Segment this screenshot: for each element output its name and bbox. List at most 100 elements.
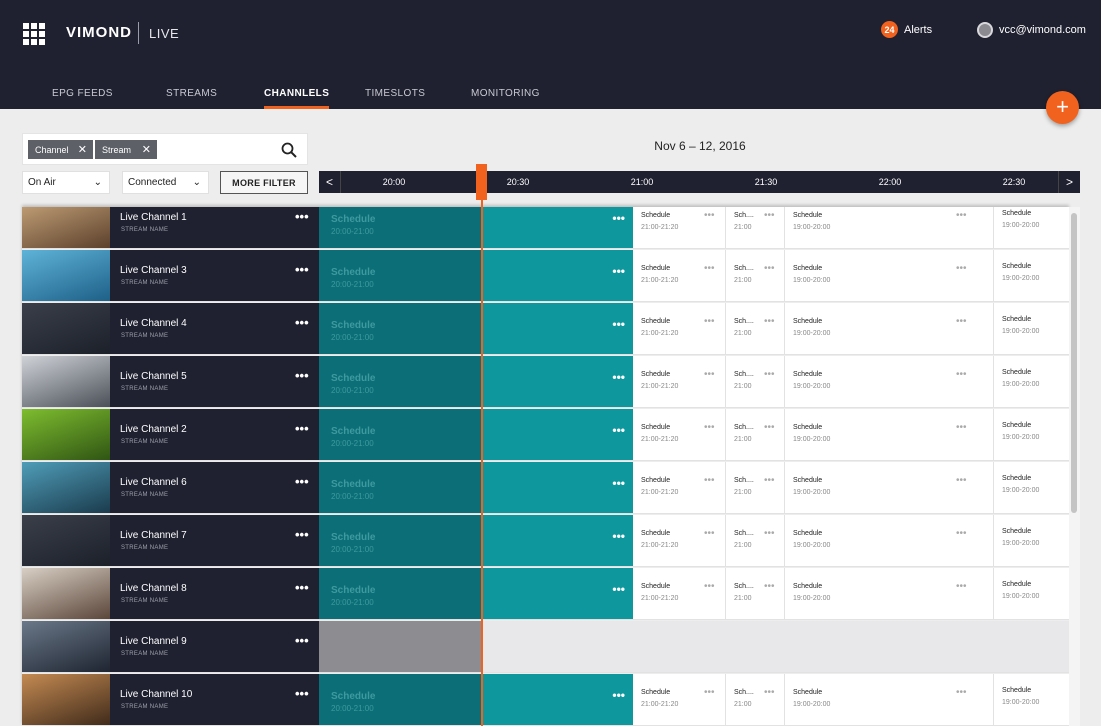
- schedule-menu-icon[interactable]: •••: [764, 210, 775, 221]
- channel-info[interactable]: Live Channel 3 STREAM NAME •••: [110, 250, 319, 302]
- schedule-block[interactable]: Sch.... 21:00 •••: [726, 303, 785, 355]
- schedule-menu-icon[interactable]: •••: [956, 316, 967, 327]
- channel-row[interactable]: Live Channel 9 STREAM NAME •••: [22, 621, 1069, 673]
- schedule-block[interactable]: Schedule 19:00-20:00 •••: [785, 674, 994, 726]
- schedule-menu-icon[interactable]: •••: [956, 210, 967, 221]
- schedule-block-current-tail[interactable]: •••: [481, 409, 633, 461]
- schedule-menu-icon[interactable]: •••: [956, 687, 967, 698]
- channel-menu-icon[interactable]: •••: [295, 368, 309, 383]
- remove-chip-icon[interactable]: ✕: [72, 143, 93, 156]
- scrollbar[interactable]: [1069, 207, 1080, 726]
- schedule-block[interactable]: Schedule 19:00-20:00: [994, 356, 1069, 408]
- timeline-prev-button[interactable]: <: [319, 171, 341, 193]
- schedule-block[interactable]: Sch.... 21:00 •••: [726, 515, 785, 567]
- filter-chip-channel[interactable]: Channel ✕: [28, 140, 93, 159]
- schedule-block-current[interactable]: Schedule 20:00-21:00: [319, 250, 481, 302]
- schedule-block[interactable]: Schedule 19:00-20:00: [994, 462, 1069, 514]
- channel-menu-icon[interactable]: •••: [295, 633, 309, 648]
- schedule-menu-icon[interactable]: •••: [956, 475, 967, 486]
- schedule-block-current[interactable]: Schedule 20:00-21:00: [319, 674, 481, 726]
- schedule-menu-icon[interactable]: •••: [956, 369, 967, 380]
- channel-menu-icon[interactable]: •••: [295, 580, 309, 595]
- schedule-block[interactable]: Schedule 21:00-21:20 •••: [633, 356, 726, 408]
- schedule-block[interactable]: Schedule 19:00-20:00: [994, 207, 1069, 249]
- channel-info[interactable]: Live Channel 5 STREAM NAME •••: [110, 356, 319, 408]
- schedule-block[interactable]: Schedule 19:00-20:00: [994, 515, 1069, 567]
- channel-info[interactable]: Live Channel 10 STREAM NAME •••: [110, 674, 319, 726]
- schedule-block-current-tail[interactable]: •••: [481, 207, 633, 249]
- schedule-block[interactable]: Schedule 19:00-20:00 •••: [785, 568, 994, 620]
- schedule-menu-icon[interactable]: •••: [764, 369, 775, 380]
- schedule-menu-icon[interactable]: •••: [704, 369, 715, 380]
- schedule-block-current[interactable]: Schedule 20:00-21:00: [319, 303, 481, 355]
- channel-info[interactable]: Live Channel 9 STREAM NAME •••: [110, 621, 319, 673]
- remove-chip-icon[interactable]: ✕: [136, 143, 157, 156]
- scrollbar-thumb[interactable]: [1071, 213, 1077, 513]
- schedule-menu-icon[interactable]: •••: [764, 263, 775, 274]
- schedule-menu-icon[interactable]: •••: [956, 581, 967, 592]
- channel-row[interactable]: Live Channel 4 STREAM NAME ••• Schedule 20:0…: [22, 303, 1069, 355]
- channel-row[interactable]: Live Channel 2 STREAM NAME ••• Schedule 20:0…: [22, 409, 1069, 461]
- schedule-block-current-tail[interactable]: •••: [481, 568, 633, 620]
- schedule-block-current-tail[interactable]: •••: [481, 462, 633, 514]
- channel-info[interactable]: Live Channel 2 STREAM NAME •••: [110, 409, 319, 461]
- schedule-menu-icon[interactable]: •••: [956, 528, 967, 539]
- schedule-block[interactable]: Schedule 19:00-20:00 •••: [785, 462, 994, 514]
- schedule-block-current[interactable]: Schedule 20:00-21:00: [319, 568, 481, 620]
- schedule-block[interactable]: Schedule 21:00-21:20 •••: [633, 207, 726, 249]
- current-time-handle[interactable]: [476, 164, 487, 200]
- tab-channels[interactable]: CHANNLELS: [264, 85, 330, 109]
- schedule-block[interactable]: Schedule 21:00-21:20 •••: [633, 462, 726, 514]
- schedule-menu-icon[interactable]: •••: [612, 582, 625, 596]
- schedule-block-current[interactable]: Schedule 20:00-21:00: [319, 207, 481, 249]
- schedule-block[interactable]: Schedule 19:00-20:00 •••: [785, 207, 994, 249]
- channel-row[interactable]: Live Channel 5 STREAM NAME ••• Schedule 20:0…: [22, 356, 1069, 408]
- channel-row[interactable]: Live Channel 8 STREAM NAME ••• Schedule 20:0…: [22, 568, 1069, 620]
- schedule-menu-icon[interactable]: •••: [704, 687, 715, 698]
- schedule-menu-icon[interactable]: •••: [612, 529, 625, 543]
- channel-row[interactable]: Live Channel 3 STREAM NAME ••• Schedule 20:0…: [22, 250, 1069, 302]
- schedule-menu-icon[interactable]: •••: [704, 263, 715, 274]
- schedule-menu-icon[interactable]: •••: [764, 475, 775, 486]
- schedule-menu-icon[interactable]: •••: [704, 528, 715, 539]
- schedule-block-current-tail[interactable]: •••: [481, 250, 633, 302]
- schedule-block[interactable]: Schedule 19:00-20:00 •••: [785, 303, 994, 355]
- channel-menu-icon[interactable]: •••: [295, 527, 309, 542]
- channel-info[interactable]: Live Channel 4 STREAM NAME •••: [110, 303, 319, 355]
- schedule-block-current[interactable]: Schedule 20:00-21:00: [319, 409, 481, 461]
- schedule-block-current[interactable]: Schedule 20:00-21:00: [319, 462, 481, 514]
- schedule-block-current-tail[interactable]: •••: [481, 674, 633, 726]
- schedule-menu-icon[interactable]: •••: [704, 422, 715, 433]
- add-button[interactable]: +: [1046, 91, 1079, 124]
- channel-row[interactable]: Live Channel 10 STREAM NAME ••• Schedule 20:…: [22, 674, 1069, 726]
- tab-streams[interactable]: STREAMS: [166, 85, 217, 109]
- schedule-menu-icon[interactable]: •••: [764, 687, 775, 698]
- connection-select[interactable]: Connected ⌄: [122, 171, 209, 194]
- schedule-block[interactable]: Schedule 21:00-21:20 •••: [633, 568, 726, 620]
- schedule-menu-icon[interactable]: •••: [704, 316, 715, 327]
- channel-menu-icon[interactable]: •••: [295, 262, 309, 277]
- schedule-block[interactable]: Schedule 19:00-20:00: [994, 568, 1069, 620]
- schedule-menu-icon[interactable]: •••: [764, 528, 775, 539]
- schedule-block[interactable]: Schedule 21:00-21:20 •••: [633, 674, 726, 726]
- alerts-button[interactable]: 24 Alerts: [881, 21, 932, 38]
- schedule-block[interactable]: Sch.... 21:00 •••: [726, 356, 785, 408]
- schedule-menu-icon[interactable]: •••: [704, 581, 715, 592]
- schedule-block-current-tail[interactable]: •••: [481, 515, 633, 567]
- schedule-menu-icon[interactable]: •••: [764, 422, 775, 433]
- schedule-menu-icon[interactable]: •••: [764, 581, 775, 592]
- schedule-block-current[interactable]: Schedule 20:00-21:00: [319, 515, 481, 567]
- schedule-block[interactable]: Schedule 19:00-20:00 •••: [785, 250, 994, 302]
- schedule-menu-icon[interactable]: •••: [764, 316, 775, 327]
- schedule-menu-icon[interactable]: •••: [704, 475, 715, 486]
- schedule-block[interactable]: Schedule 21:00-21:20 •••: [633, 303, 726, 355]
- schedule-menu-icon[interactable]: •••: [612, 476, 625, 490]
- schedule-block-empty[interactable]: [319, 621, 481, 673]
- schedule-block[interactable]: Schedule 19:00-20:00 •••: [785, 515, 994, 567]
- schedule-menu-icon[interactable]: •••: [612, 688, 625, 702]
- schedule-menu-icon[interactable]: •••: [612, 211, 625, 225]
- timeline-next-button[interactable]: >: [1058, 171, 1080, 193]
- schedule-block[interactable]: Sch.... 21:00 •••: [726, 674, 785, 726]
- channel-info[interactable]: Live Channel 1 STREAM NAME •••: [110, 207, 319, 249]
- schedule-menu-icon[interactable]: •••: [612, 423, 625, 437]
